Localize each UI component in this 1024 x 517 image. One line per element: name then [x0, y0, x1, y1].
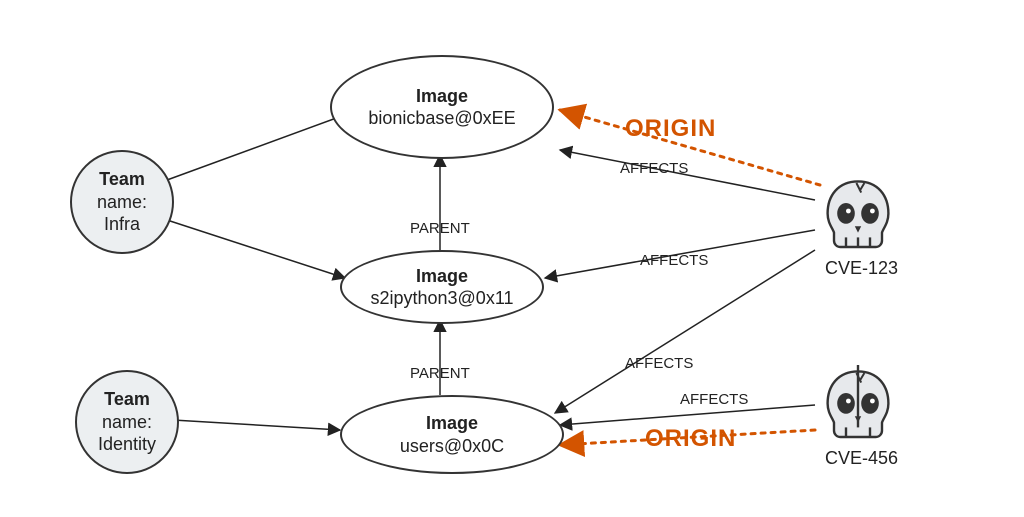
edge-label-affects: AFFECTS	[620, 160, 688, 177]
edge-label-parent: PARENT	[410, 220, 470, 237]
edge-label-parent: PARENT	[410, 365, 470, 382]
image-title: Image	[416, 85, 468, 108]
image-title: Image	[426, 412, 478, 435]
edge-label-affects: AFFECTS	[680, 391, 748, 408]
image-value: bionicbase@0xEE	[368, 107, 515, 130]
team-name-value: Infra	[104, 213, 140, 236]
image-value: users@0x0C	[400, 435, 504, 458]
edge-label-affects: AFFECTS	[625, 355, 693, 372]
team-name-label: name:	[97, 191, 147, 214]
skull-icon	[818, 175, 898, 260]
edge-label-affects: AFFECTS	[640, 252, 708, 269]
node-team-identity: Team name: Identity	[75, 370, 179, 474]
image-title: Image	[416, 265, 468, 288]
node-image-bionicbase: Image bionicbase@0xEE	[330, 55, 554, 159]
node-image-users: Image users@0x0C	[340, 395, 564, 474]
edge-label-origin: ORIGIN	[625, 115, 716, 143]
cve-label: CVE-456	[825, 448, 898, 469]
skull-icon	[818, 365, 898, 450]
team-title: Team	[104, 388, 150, 411]
cve-label: CVE-123	[825, 258, 898, 279]
team-title: Team	[99, 168, 145, 191]
node-image-s2ipython3: Image s2ipython3@0x11	[340, 250, 544, 324]
image-value: s2ipython3@0x11	[370, 287, 513, 310]
team-name-label: name:	[102, 411, 152, 434]
team-name-value: Identity	[98, 433, 156, 456]
node-team-infra: Team name: Infra	[70, 150, 174, 254]
edge-label-origin: ORIGIN	[645, 425, 736, 453]
